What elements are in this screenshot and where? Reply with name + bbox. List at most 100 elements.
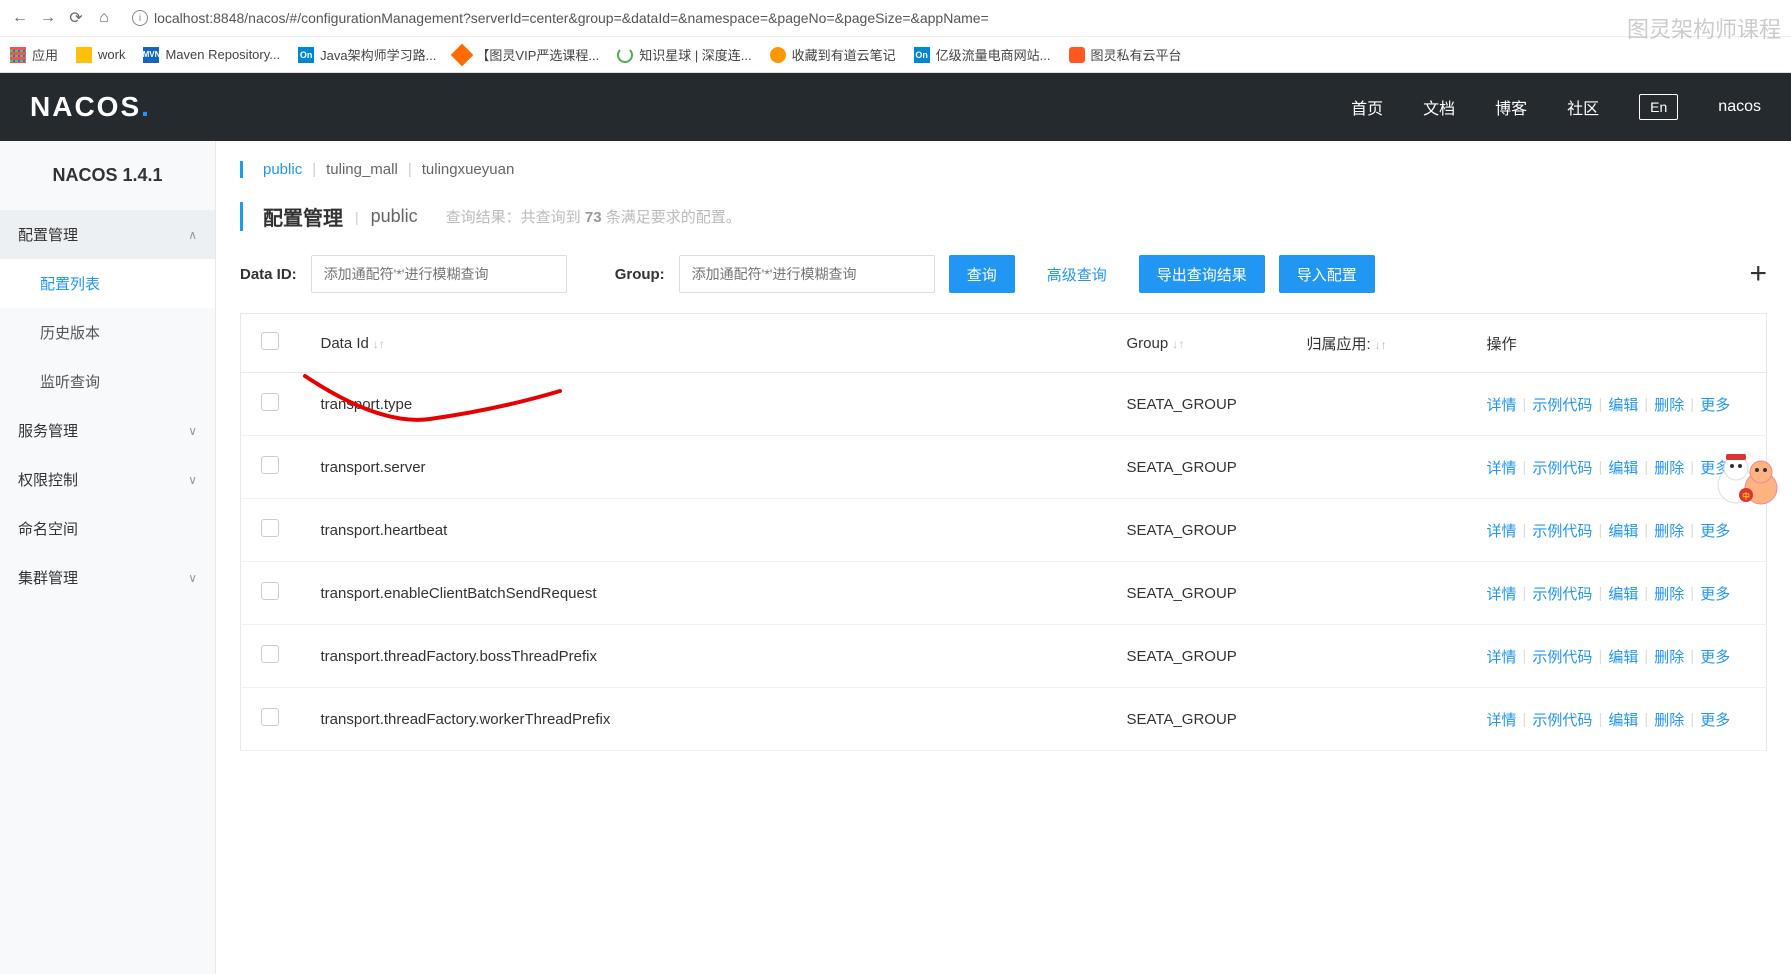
action-delete[interactable]: 删除: [1654, 646, 1684, 667]
action-detail[interactable]: 详情: [1487, 583, 1517, 604]
row-actions: 详情|示例代码|编辑|删除|更多: [1487, 583, 1747, 604]
config-table: Data Id↓↑ Group↓↑ 归属应用:↓↑ 操作 transport.t…: [240, 313, 1767, 751]
action-detail[interactable]: 详情: [1487, 520, 1517, 541]
action-delete[interactable]: 删除: [1654, 709, 1684, 730]
action-edit[interactable]: 编辑: [1608, 457, 1638, 478]
menu-history[interactable]: 历史版本: [0, 308, 215, 357]
row-checkbox[interactable]: [261, 456, 279, 474]
action-more[interactable]: 更多: [1700, 583, 1730, 604]
row-checkbox[interactable]: [261, 582, 279, 600]
menu-cluster[interactable]: 集群管理 ∨: [0, 553, 215, 602]
query-button[interactable]: 查询: [949, 255, 1015, 293]
site-info-icon[interactable]: i: [132, 10, 148, 26]
wave-icon: [1069, 47, 1085, 63]
url-text: localhost:8848/nacos/#/configurationMana…: [154, 10, 989, 26]
app-header: NACOS. 首页 文档 博客 社区 En nacos: [0, 73, 1791, 141]
cell-group: SEATA_GROUP: [1107, 499, 1287, 562]
menu-auth[interactable]: 权限控制 ∨: [0, 455, 215, 504]
action-sample[interactable]: 示例代码: [1532, 709, 1592, 730]
action-more[interactable]: 更多: [1700, 394, 1730, 415]
action-sample[interactable]: 示例代码: [1532, 583, 1592, 604]
sort-icon: ↓↑: [1172, 337, 1184, 351]
nacos-logo[interactable]: NACOS.: [30, 91, 151, 123]
bookmark-private[interactable]: 图灵私有云平台: [1069, 45, 1182, 64]
cell-app: [1287, 499, 1467, 562]
forward-button[interactable]: →: [38, 8, 58, 28]
reload-button[interactable]: ⟳: [66, 8, 86, 28]
bookmark-work[interactable]: work: [76, 47, 125, 63]
page-scope: public: [371, 206, 418, 227]
sort-icon: ↓↑: [1375, 338, 1387, 352]
cell-app: [1287, 562, 1467, 625]
table-row: transport.threadFactory.workerThreadPref…: [241, 688, 1767, 751]
action-edit[interactable]: 编辑: [1608, 520, 1638, 541]
action-detail[interactable]: 详情: [1487, 709, 1517, 730]
action-sample[interactable]: 示例代码: [1532, 646, 1592, 667]
nav-docs[interactable]: 文档: [1423, 95, 1455, 119]
export-button[interactable]: 导出查询结果: [1139, 255, 1265, 293]
action-detail[interactable]: 详情: [1487, 457, 1517, 478]
row-checkbox[interactable]: [261, 393, 279, 411]
bookmark-java[interactable]: OnJava架构师学习路...: [298, 45, 436, 64]
nav-user[interactable]: nacos: [1718, 98, 1761, 116]
sidebar-menu: 配置管理 ∧ 配置列表 历史版本 监听查询 服务管理 ∨ 权限控制 ∨ 命名空间…: [0, 210, 215, 602]
col-app[interactable]: 归属应用:↓↑: [1287, 314, 1467, 373]
cell-group: SEATA_GROUP: [1107, 562, 1287, 625]
action-delete[interactable]: 删除: [1654, 457, 1684, 478]
nav-community[interactable]: 社区: [1567, 95, 1599, 119]
action-more[interactable]: 更多: [1700, 646, 1730, 667]
action-edit[interactable]: 编辑: [1608, 394, 1638, 415]
back-button[interactable]: ←: [10, 8, 30, 28]
menu-listen[interactable]: 监听查询: [0, 357, 215, 406]
menu-config-mgmt[interactable]: 配置管理 ∧: [0, 210, 215, 259]
action-delete[interactable]: 删除: [1654, 520, 1684, 541]
menu-service-mgmt[interactable]: 服务管理 ∨: [0, 406, 215, 455]
select-all-checkbox[interactable]: [261, 332, 279, 350]
action-sample[interactable]: 示例代码: [1532, 394, 1592, 415]
url-bar[interactable]: i localhost:8848/nacos/#/configurationMa…: [122, 6, 1781, 30]
bookmark-maven[interactable]: MVNMaven Repository...: [143, 47, 280, 63]
row-checkbox[interactable]: [261, 645, 279, 663]
ns-tab-tulingxueyuan[interactable]: tulingxueyuan: [422, 161, 515, 178]
col-dataid[interactable]: Data Id↓↑: [301, 314, 1107, 373]
bookmark-mall[interactable]: On亿级流量电商网站...: [914, 45, 1051, 64]
action-detail[interactable]: 详情: [1487, 646, 1517, 667]
home-button[interactable]: ⌂: [94, 8, 114, 28]
action-more[interactable]: 更多: [1700, 520, 1730, 541]
group-input[interactable]: [679, 255, 935, 293]
add-config-button[interactable]: +: [1739, 257, 1777, 291]
bookmark-tuling-vip[interactable]: 【图灵VIP严选课程...: [454, 45, 599, 64]
cell-dataid: transport.threadFactory.workerThreadPref…: [301, 688, 1107, 751]
action-delete[interactable]: 删除: [1654, 583, 1684, 604]
menu-config-list[interactable]: 配置列表: [0, 259, 215, 308]
action-detail[interactable]: 详情: [1487, 394, 1517, 415]
action-sample[interactable]: 示例代码: [1532, 457, 1592, 478]
action-edit[interactable]: 编辑: [1608, 646, 1638, 667]
action-delete[interactable]: 删除: [1654, 394, 1684, 415]
col-group[interactable]: Group↓↑: [1107, 314, 1287, 373]
chevron-down-icon: ∨: [188, 424, 197, 438]
ns-tab-public[interactable]: public: [263, 161, 302, 178]
action-edit[interactable]: 编辑: [1608, 583, 1638, 604]
bookmark-youdao[interactable]: 收藏到有道云笔记: [770, 45, 896, 64]
bookmark-apps[interactable]: 应用: [10, 45, 58, 64]
action-sample[interactable]: 示例代码: [1532, 520, 1592, 541]
cell-group: SEATA_GROUP: [1107, 688, 1287, 751]
ns-tab-tuling-mall[interactable]: tuling_mall: [326, 161, 398, 178]
nav-home[interactable]: 首页: [1351, 95, 1383, 119]
on-icon: On: [298, 47, 314, 63]
row-checkbox[interactable]: [261, 519, 279, 537]
lang-toggle[interactable]: En: [1639, 94, 1678, 120]
bookmark-zhishi[interactable]: 知识星球 | 深度连...: [617, 45, 751, 64]
dataid-input[interactable]: [311, 255, 567, 293]
action-edit[interactable]: 编辑: [1608, 709, 1638, 730]
nav-blog[interactable]: 博客: [1495, 95, 1527, 119]
import-button[interactable]: 导入配置: [1279, 255, 1375, 293]
adv-query-button[interactable]: 高级查询: [1029, 255, 1125, 293]
menu-namespace[interactable]: 命名空间: [0, 504, 215, 553]
namespace-tabs: public | tuling_mall | tulingxueyuan: [240, 161, 1767, 178]
row-checkbox[interactable]: [261, 708, 279, 726]
action-more[interactable]: 更多: [1700, 709, 1730, 730]
chevron-down-icon: ∨: [188, 473, 197, 487]
sidebar-version: NACOS 1.4.1: [0, 141, 215, 210]
